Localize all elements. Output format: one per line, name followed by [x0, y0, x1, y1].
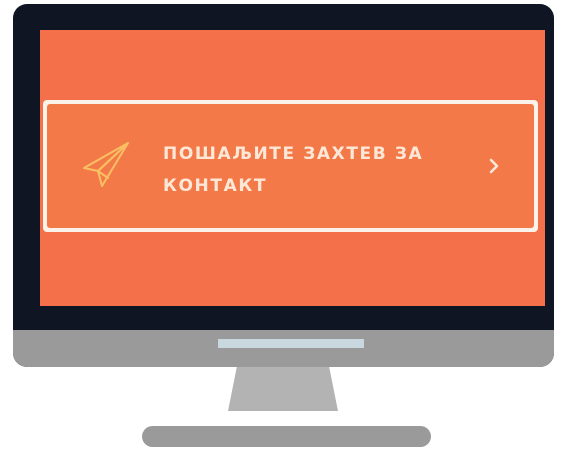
monitor-screen: ПОШАЉИТЕ ЗАХТЕВ ЗА КОНТАКТ — [40, 30, 545, 306]
monitor-stand-base — [142, 426, 431, 447]
monitor-frame: ПОШАЉИТЕ ЗАХТЕВ ЗА КОНТАКТ — [13, 4, 554, 367]
paper-plane-icon — [83, 142, 129, 187]
contact-request-label-line-1: ПОШАЉИТЕ ЗАХТЕВ ЗА — [163, 144, 424, 164]
contact-request-label-line-2: КОНТАКТ — [163, 176, 268, 196]
monitor-illustration: ПОШАЉИТЕ ЗАХТЕВ ЗА КОНТАКТ — [0, 0, 566, 452]
monitor-stand-neck — [228, 367, 338, 411]
contact-request-button[interactable]: ПОШАЉИТЕ ЗАХТЕВ ЗА КОНТАКТ — [43, 100, 538, 232]
contact-request-button-face[interactable]: ПОШАЉИТЕ ЗАХТЕВ ЗА КОНТАКТ — [47, 104, 534, 228]
monitor-chin — [13, 330, 554, 367]
monitor-chin-slot — [218, 339, 364, 348]
contact-request-label: ПОШАЉИТЕ ЗАХТЕВ ЗА КОНТАКТ — [163, 138, 463, 202]
chevron-right-icon — [489, 158, 499, 174]
